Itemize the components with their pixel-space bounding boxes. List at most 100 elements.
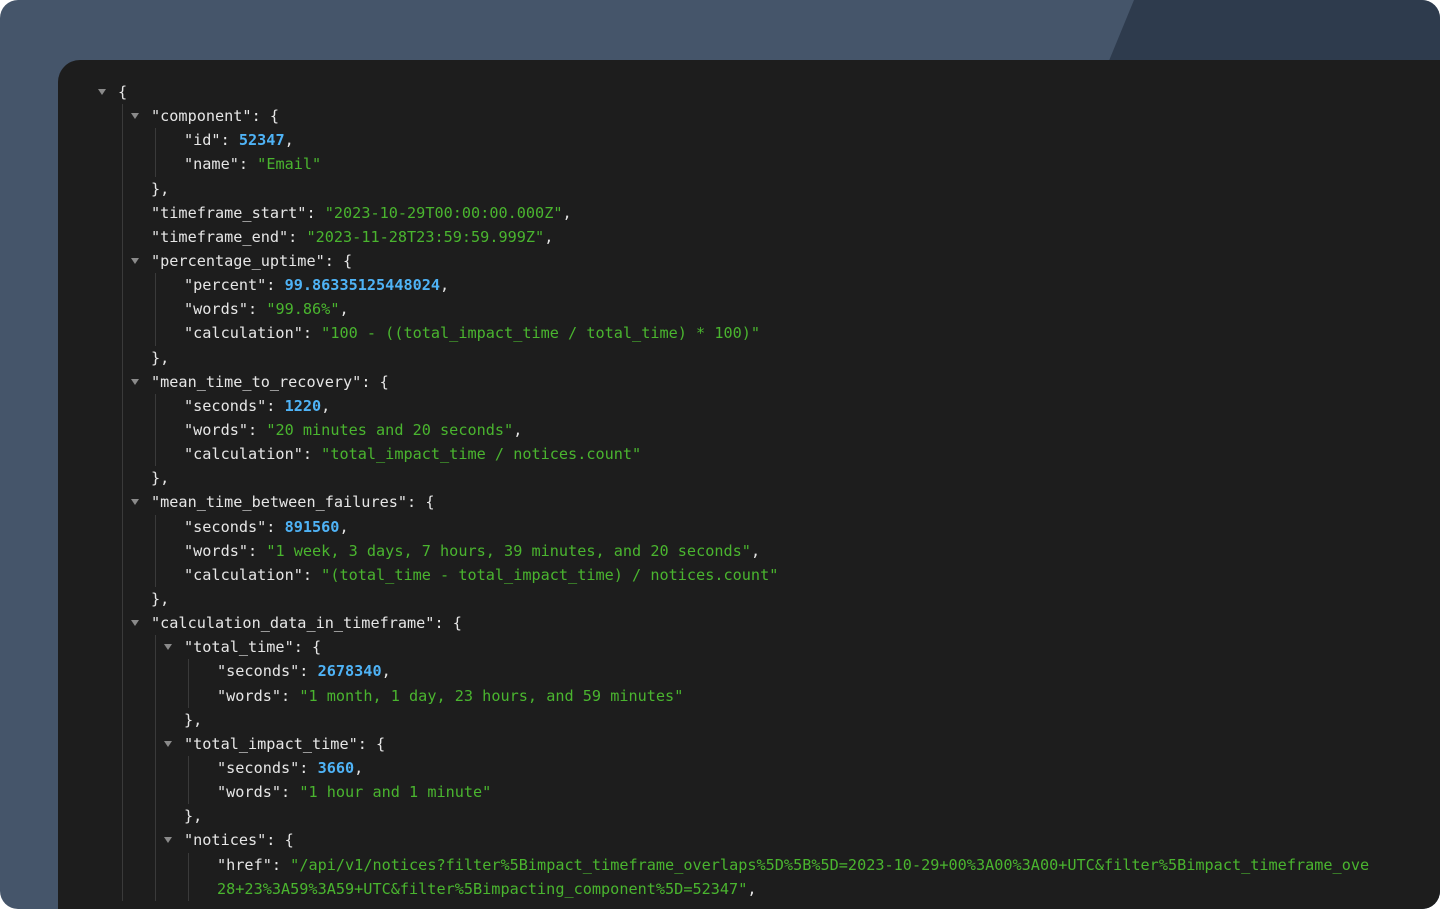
json-key: "calculation"	[184, 324, 303, 343]
json-line: "id": 52347,	[58, 128, 1440, 153]
indent-guide	[122, 297, 123, 322]
indent-guide	[188, 852, 189, 877]
json-punctuation: : {	[324, 251, 353, 270]
indent-guide	[122, 200, 123, 225]
json-line: },	[58, 804, 1440, 829]
json-line: "seconds": 2678340,	[58, 659, 1440, 684]
indent-guide	[122, 659, 123, 684]
indent-guide	[122, 611, 123, 636]
indent-guide	[122, 369, 123, 394]
indent-guide	[155, 562, 156, 587]
json-punctuation: ,	[750, 541, 761, 560]
json-line: 28+23%3A59%3A59+UTC&filter%5Bimpacting_c…	[58, 876, 1440, 901]
json-line-text: "words": "99.86%",	[184, 297, 349, 321]
json-string: "1 week, 3 days, 7 hours, 39 minutes, an…	[266, 541, 751, 560]
json-string: "20 minutes and 20 seconds"	[266, 420, 514, 439]
indent-guide	[155, 804, 156, 829]
indent-guide	[122, 128, 123, 153]
indent-guide	[122, 393, 123, 418]
json-key: "total_time"	[184, 638, 294, 657]
indent-guide	[122, 417, 123, 443]
json-line: "words": "1 week, 3 days, 7 hours, 39 mi…	[58, 538, 1440, 563]
json-line-text: "name": "Email"	[184, 152, 321, 176]
indent-guide	[155, 297, 156, 322]
json-line-text: "calculation": "total_impact_time / noti…	[184, 442, 641, 466]
json-string: "1 hour and 1 minute"	[299, 783, 492, 802]
indent-guide	[155, 152, 156, 177]
json-punctuation: },	[184, 710, 203, 729]
json-punctuation: :	[271, 855, 291, 874]
json-punctuation: : {	[407, 493, 435, 512]
json-punctuation: :	[220, 131, 239, 150]
json-line: },	[58, 586, 1440, 612]
json-punctuation: ,	[513, 420, 523, 439]
json-punctuation: :	[299, 758, 318, 777]
json-punctuation: },	[151, 589, 170, 608]
json-line: "words": "1 month, 1 day, 23 hours, and …	[58, 683, 1440, 708]
json-line: "mean_time_to_recovery": {	[58, 369, 1440, 394]
indent-guide	[122, 635, 123, 660]
json-line: "mean_time_between_failures": {	[58, 490, 1440, 515]
json-line-text: },	[184, 804, 202, 828]
json-string: "Email"	[257, 155, 322, 174]
json-line: "calculation": "100 - ((total_impact_tim…	[58, 321, 1440, 346]
json-line-text: "notices": {	[184, 828, 294, 852]
json-line-text: "component": {	[151, 104, 279, 128]
indent-guide	[122, 152, 123, 177]
collapse-toggle-icon[interactable]	[131, 620, 139, 627]
window-frame: {"component": {"id": 52347, "name": "Emai…	[0, 0, 1440, 909]
json-key: "words"	[217, 686, 282, 705]
indent-guide	[155, 707, 156, 732]
json-line-text: "seconds": 3660,	[217, 756, 363, 780]
collapse-toggle-icon[interactable]	[131, 378, 139, 385]
json-viewer-panel[interactable]: {"component": {"id": 52347, "name": "Emai…	[58, 60, 1440, 909]
indent-guide	[122, 176, 123, 201]
indent-guide	[122, 248, 123, 274]
json-key: "mean_time_between_failures"	[151, 493, 408, 512]
indent-guide	[122, 273, 123, 298]
json-line-text: "words": "1 month, 1 day, 23 hours, and …	[217, 684, 683, 708]
collapse-toggle-icon[interactable]	[131, 113, 139, 120]
indent-guide	[155, 659, 156, 684]
json-line-text: "mean_time_between_failures": {	[151, 490, 434, 514]
indent-guide	[155, 538, 156, 563]
indent-guide	[122, 538, 123, 563]
indent-guide	[155, 128, 156, 153]
collapse-toggle-icon[interactable]	[131, 257, 139, 264]
json-key: "calculation"	[184, 565, 303, 584]
collapse-toggle-icon[interactable]	[164, 740, 172, 747]
collapse-toggle-icon[interactable]	[164, 837, 172, 844]
json-line-text: "mean_time_to_recovery": {	[151, 370, 389, 394]
json-line-text: },	[184, 708, 202, 732]
json-line: "total_time": {	[58, 635, 1440, 660]
json-punctuation: :	[299, 662, 318, 681]
json-string: "2023-10-29T00:00:00.000Z"	[324, 203, 563, 222]
json-punctuation: },	[184, 807, 203, 826]
indent-guide	[122, 490, 123, 515]
indent-guide	[155, 731, 156, 756]
json-line: "seconds": 1220,	[58, 393, 1440, 418]
json-tree[interactable]: {"component": {"id": 52347, "name": "Emai…	[58, 60, 1440, 909]
json-string: "100 - ((total_impact_time / total_time)…	[321, 324, 761, 343]
json-line-text: "total_time": {	[184, 635, 321, 659]
json-number: 891560	[284, 517, 340, 536]
json-line-text: "calculation_data_in_timeframe": {	[151, 611, 462, 635]
json-key: "seconds"	[217, 758, 300, 777]
json-key: "timeframe_start"	[151, 203, 307, 222]
indent-guide	[122, 321, 123, 346]
indent-guide	[122, 345, 123, 370]
json-line: {	[58, 80, 1440, 104]
collapse-toggle-icon[interactable]	[131, 499, 139, 506]
json-punctuation: },	[151, 179, 170, 198]
json-punctuation: :	[306, 203, 325, 222]
collapse-toggle-icon[interactable]	[164, 644, 172, 651]
indent-guide	[188, 755, 189, 781]
json-punctuation: :	[281, 686, 300, 705]
json-key: "href"	[217, 855, 272, 874]
json-key: "id"	[184, 131, 221, 150]
indent-guide	[155, 755, 156, 781]
indent-guide	[122, 514, 123, 539]
json-punctuation: :	[302, 445, 322, 464]
collapse-toggle-icon[interactable]	[98, 89, 106, 95]
json-line-text: "calculation": "100 - ((total_impact_tim…	[184, 321, 760, 345]
